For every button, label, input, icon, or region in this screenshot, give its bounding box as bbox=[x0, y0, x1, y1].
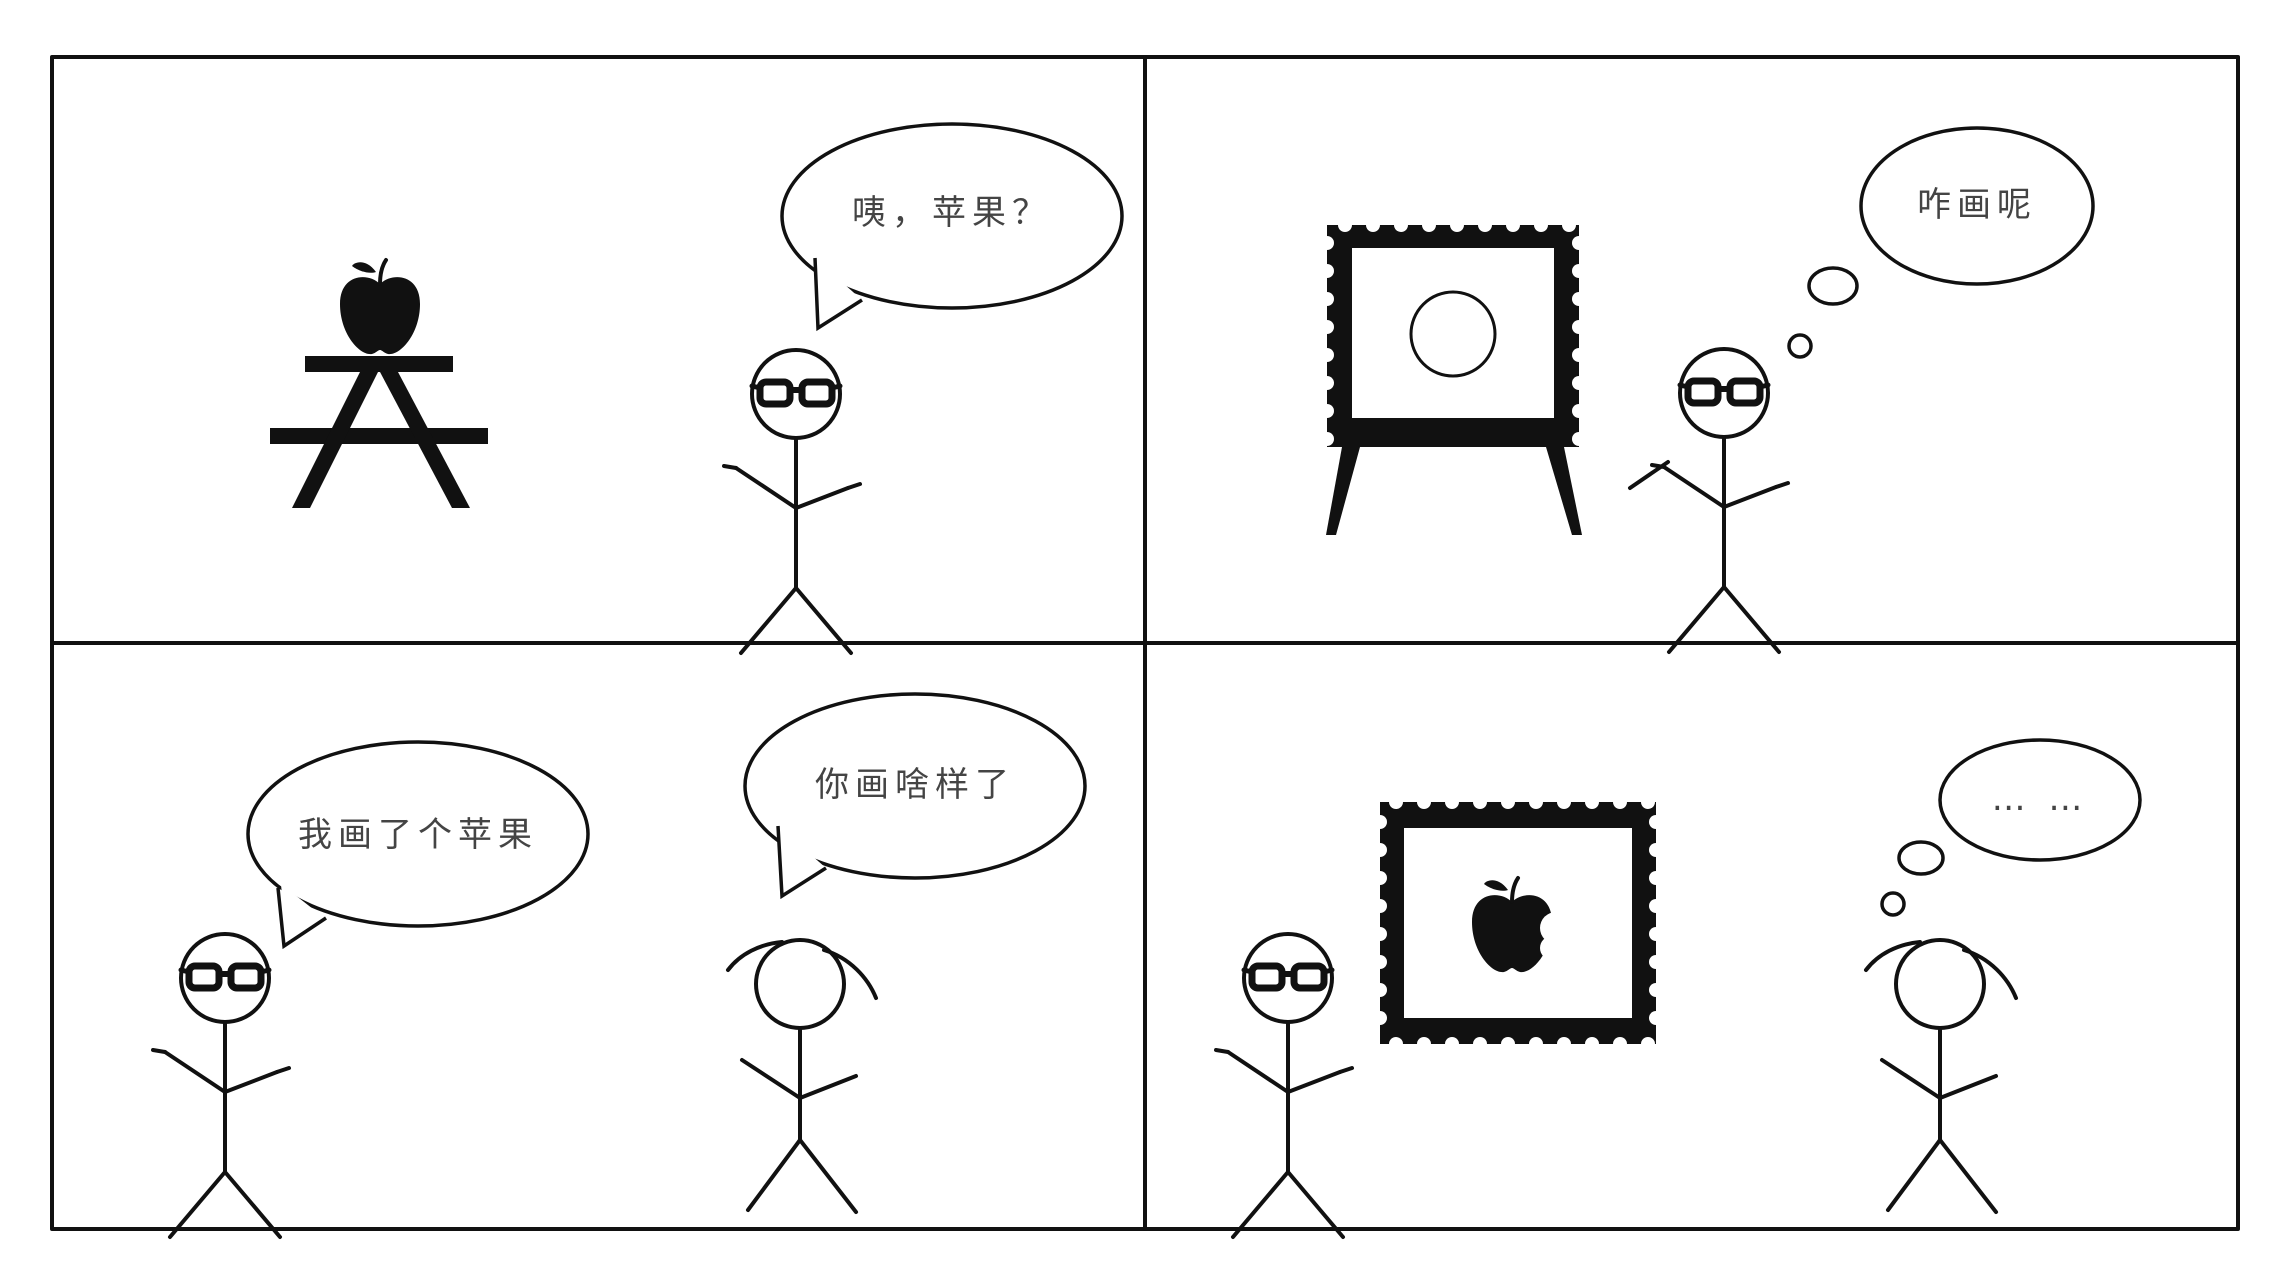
apple-icon bbox=[338, 258, 422, 357]
stamp-frame-icon bbox=[1373, 795, 1663, 1051]
panel-4: … … bbox=[1214, 738, 2142, 1239]
speech-bubble-left: 我画了个苹果 bbox=[246, 740, 590, 950]
table-icon bbox=[270, 356, 488, 508]
panel-1: 咦，苹果？ bbox=[270, 122, 1124, 655]
pencil-icon bbox=[1628, 460, 1670, 490]
glasses-icon bbox=[1680, 349, 1768, 437]
speech-text-left: 我画了个苹果 bbox=[298, 815, 538, 855]
speech-bubble-right: 你画啥样了 bbox=[743, 692, 1087, 900]
speech-bubble: 咦，苹果？ bbox=[780, 122, 1124, 332]
stick-figure-glasses bbox=[151, 934, 291, 1239]
stick-figure-scratching-head bbox=[1864, 938, 2018, 1214]
panel-3: 我画了个苹果 你画啥样了 bbox=[151, 692, 1087, 1239]
thought-bubble: … … bbox=[1880, 738, 2142, 917]
stick-figure-glasses bbox=[1628, 349, 1790, 654]
glasses-icon bbox=[181, 934, 269, 1022]
speech-text: 咦，苹果？ bbox=[852, 193, 1052, 233]
speech-text-right: 你画啥样了 bbox=[815, 765, 1015, 805]
glasses-icon bbox=[1244, 934, 1332, 1022]
thought-bubble: 咋画呢 bbox=[1787, 126, 2095, 359]
comic-strip: 咦，苹果？ 咋画呢 我画了个苹果 你画啥样了 … … bbox=[50, 55, 2240, 1239]
glasses-icon bbox=[752, 350, 840, 438]
stick-figure-scratching-head bbox=[726, 938, 878, 1214]
easel-icon bbox=[1320, 218, 1586, 535]
stick-figure-glasses bbox=[1214, 934, 1354, 1239]
stick-figure-glasses bbox=[722, 350, 862, 655]
thought-text: 咋画呢 bbox=[1917, 185, 2037, 225]
thought-text: … … bbox=[1992, 779, 2089, 819]
panel-2: 咋画呢 bbox=[1320, 126, 2095, 654]
